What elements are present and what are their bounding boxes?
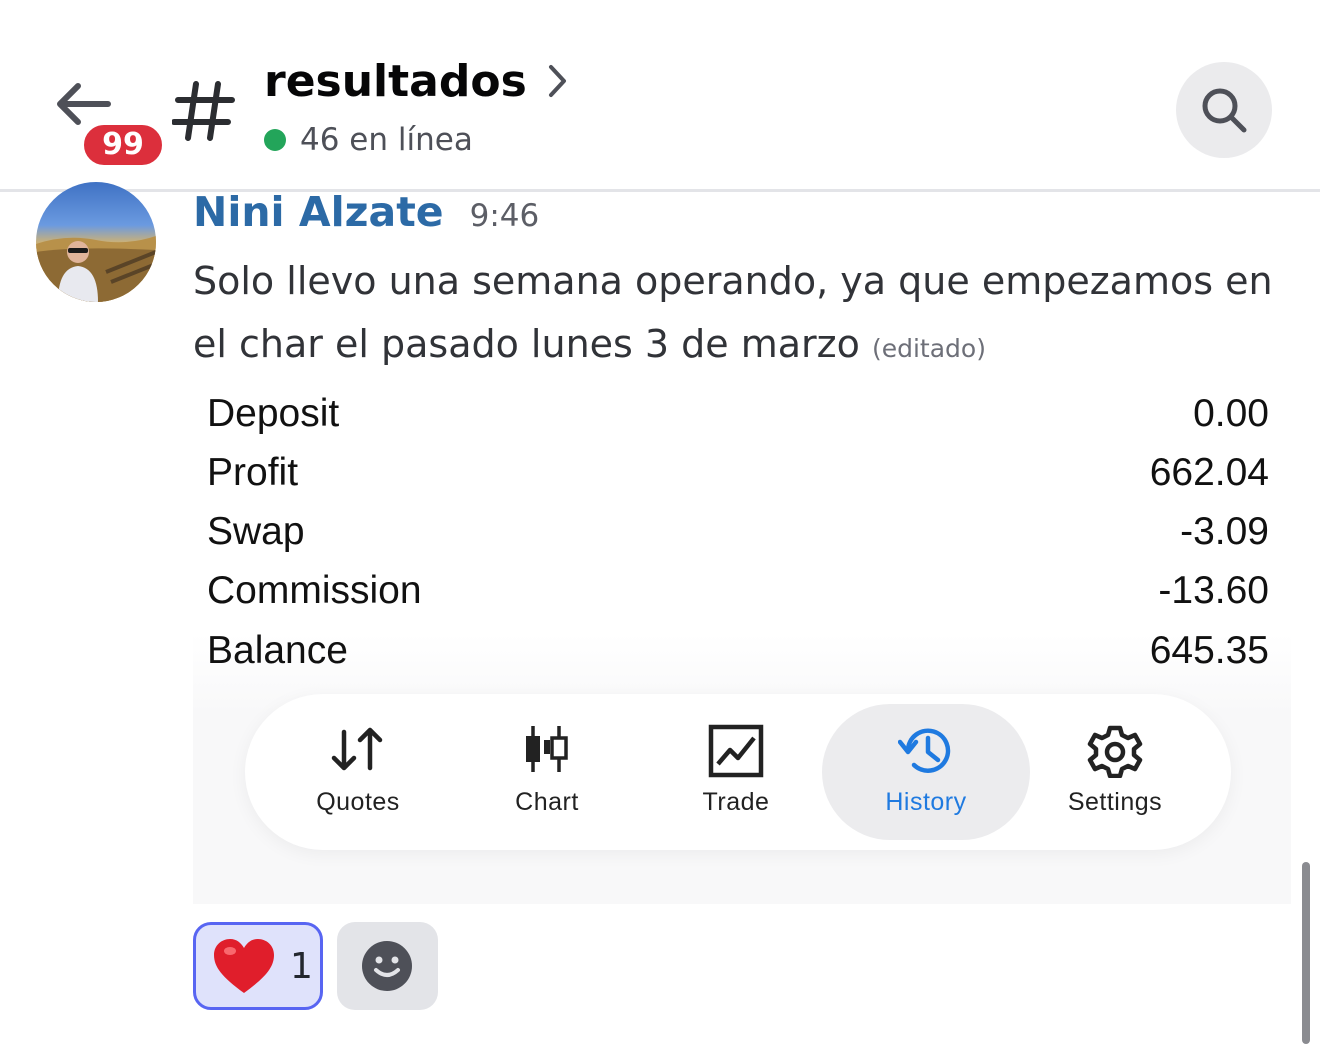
summary-value: 645.35: [1149, 629, 1269, 672]
tab-settings: Settings: [1020, 704, 1210, 840]
channel-header: 99 resultados 46 en línea: [0, 0, 1320, 190]
summary-row-commission: Commission -13.60: [207, 561, 1269, 621]
unread-badge: 99: [80, 121, 166, 169]
hashtag-channel-icon: [172, 81, 235, 141]
author-name[interactable]: Nini Alzate: [193, 188, 444, 236]
tab-label: History: [885, 788, 967, 816]
summary-label: Profit: [207, 451, 299, 494]
summary-label: Balance: [207, 629, 348, 672]
trading-tab-bar: Quotes Chart Trade History Settings: [245, 694, 1231, 850]
summary-row-deposit: Deposit 0.00: [207, 384, 1269, 444]
gear-icon: [1087, 725, 1143, 778]
tab-label: Quotes: [316, 788, 400, 816]
history-clock-icon: [898, 728, 951, 773]
quotes-arrows-icon: [331, 727, 383, 771]
search-button[interactable]: [1176, 62, 1272, 158]
summary-value: -13.60: [1158, 569, 1269, 612]
channel-name: resultados: [264, 55, 527, 107]
summary-row-profit: Profit 662.04: [207, 443, 1269, 503]
tab-label: Chart: [515, 788, 579, 816]
tab-label: Trade: [702, 788, 770, 816]
message-content: Solo llevo una semana operando, ya que e…: [193, 259, 1273, 366]
summary-label: Swap: [207, 510, 305, 553]
summary-label: Commission: [207, 569, 422, 612]
avatar-photo: [36, 236, 156, 302]
search-icon: [1202, 88, 1247, 133]
candlestick-chart-icon: [526, 726, 568, 772]
trade-line-chart-icon: [708, 724, 764, 778]
summary-label: Deposit: [207, 392, 340, 435]
edited-label: (editado): [871, 334, 986, 363]
summary-value: 662.04: [1149, 451, 1269, 494]
add-reaction-button[interactable]: [337, 922, 438, 1010]
summary-row-balance: Balance 645.35: [207, 621, 1269, 681]
image-attachment[interactable]: Deposit 0.00 Profit 662.04 Swap -3.09 Co…: [193, 384, 1291, 904]
tab-trade: Trade: [641, 704, 831, 840]
heart-reaction-button[interactable]: 1: [193, 922, 323, 1010]
tab-history: History: [822, 704, 1030, 840]
online-count: 46 en línea: [300, 122, 473, 158]
summary-row-swap: Swap -3.09: [207, 502, 1269, 562]
tab-chart: Chart: [452, 704, 642, 840]
tab-label: Settings: [1067, 788, 1163, 816]
reaction-count: 1: [290, 945, 313, 987]
summary-value: -3.09: [1180, 510, 1269, 553]
message-time: 9:46: [469, 198, 540, 234]
online-dot-icon: [264, 129, 286, 151]
message-body: Solo llevo una semana operando, ya que e…: [193, 250, 1293, 380]
heart-emoji-icon: [214, 939, 274, 993]
message-meta: Nini Alzate 9:46: [193, 188, 539, 242]
scrollbar[interactable]: [1302, 862, 1310, 1044]
summary-value: 0.00: [1193, 392, 1269, 435]
avatar[interactable]: [36, 182, 156, 302]
smiley-add-reaction-icon: [362, 941, 412, 991]
chevron-right-icon: [548, 65, 566, 97]
online-status: 46 en línea: [264, 120, 473, 160]
channel-title-button[interactable]: resultados: [264, 50, 569, 112]
tab-quotes: Quotes: [263, 704, 453, 840]
